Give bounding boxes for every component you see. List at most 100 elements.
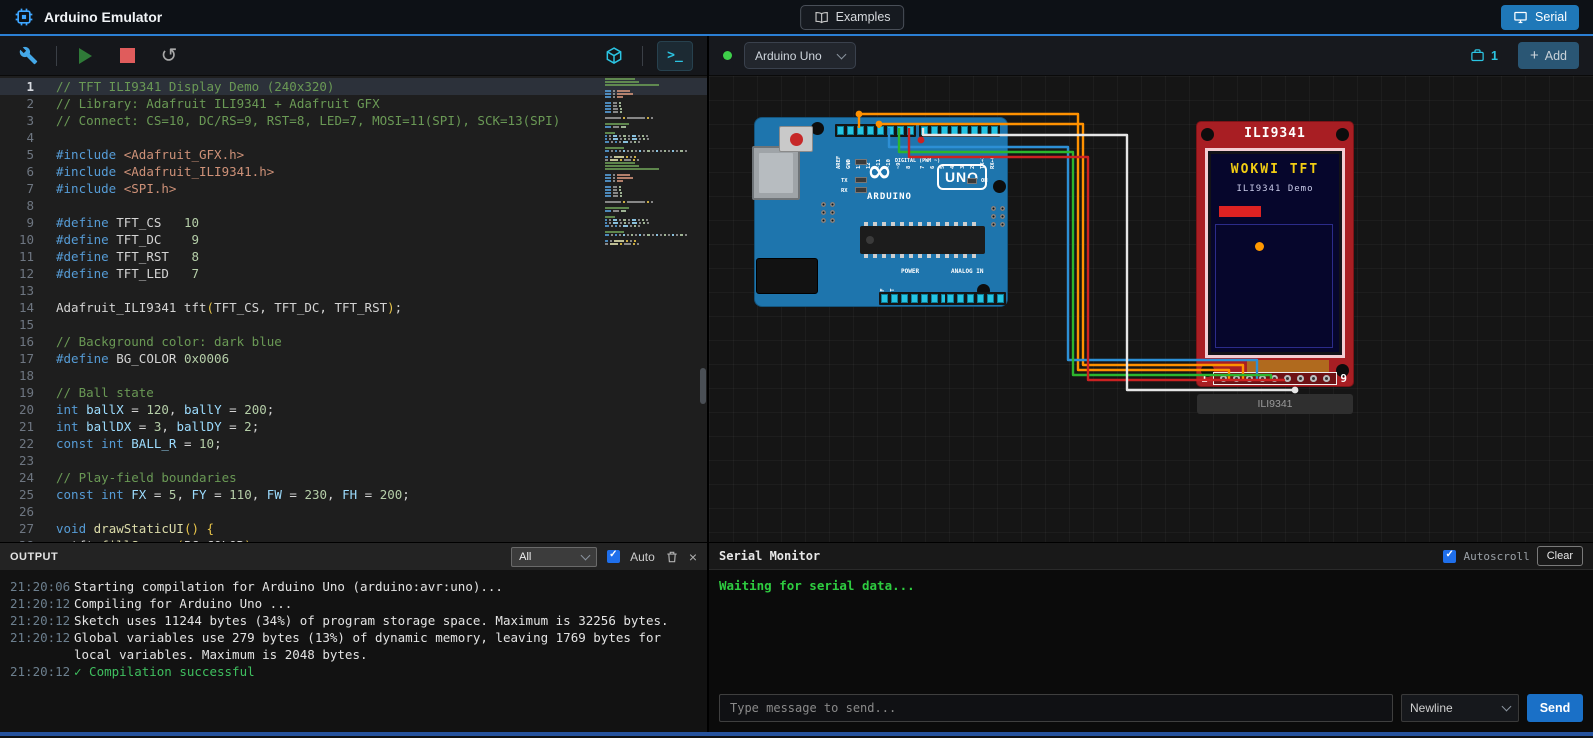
pin[interactable]: [921, 294, 928, 303]
digital-header-1[interactable]: [835, 124, 916, 137]
pin[interactable]: [931, 126, 938, 135]
pin[interactable]: [957, 294, 964, 303]
wire-endpoint[interactable]: [856, 111, 863, 118]
autoscroll-checkbox[interactable]: [1443, 550, 1456, 563]
pin-label: RX←0: [990, 139, 996, 169]
pin[interactable]: [867, 126, 874, 135]
send-button[interactable]: Send: [1527, 694, 1583, 722]
reset-button[interactable]: [779, 126, 813, 152]
code-line[interactable]: 21int ballDX = 3, ballDY = 2;: [0, 418, 707, 435]
arduino-uno-board[interactable]: AREFGND1312~11~10~98 765432TX→1RX←0 DIGI…: [755, 118, 1007, 306]
serial-button[interactable]: Serial: [1501, 5, 1579, 30]
stop-button[interactable]: [113, 42, 141, 70]
code-line[interactable]: 23: [0, 452, 707, 469]
code-line[interactable]: 14Adafruit_ILI9341 tft(TFT_CS, TFT_DC, T…: [0, 299, 707, 316]
pin[interactable]: [997, 294, 1004, 303]
analog-header[interactable]: [945, 292, 1006, 305]
pin[interactable]: [921, 126, 928, 135]
line-ending-select[interactable]: Newline: [1401, 694, 1519, 722]
code-line[interactable]: 8: [0, 197, 707, 214]
code-line[interactable]: 15: [0, 316, 707, 333]
code-line[interactable]: 16// Background color: dark blue: [0, 333, 707, 350]
pin[interactable]: [991, 126, 998, 135]
output-filter-select[interactable]: All: [511, 547, 597, 567]
serial-message-input[interactable]: [719, 694, 1393, 722]
pin[interactable]: [911, 294, 918, 303]
code-line[interactable]: 26: [0, 503, 707, 520]
pin[interactable]: [967, 294, 974, 303]
screen-red-bar: [1219, 206, 1261, 217]
pin[interactable]: [941, 126, 948, 135]
board-select[interactable]: Arduino Uno: [744, 42, 856, 69]
pin[interactable]: [931, 294, 938, 303]
clear-serial-button[interactable]: Clear: [1537, 546, 1583, 566]
power-header[interactable]: [879, 292, 950, 305]
code-line[interactable]: 1// TFT ILI9341 Display Demo (240x320): [0, 78, 707, 95]
code-line[interactable]: 2// Library: Adafruit ILI9341 + Adafruit…: [0, 95, 707, 112]
pin[interactable]: [961, 126, 968, 135]
code-line[interactable]: 10#define TFT_DC 9: [0, 231, 707, 248]
terminal-toggle-button[interactable]: >_: [657, 41, 693, 71]
code-line[interactable]: 28 tft.fillScreen(BG_COLOR);: [0, 537, 707, 542]
wire-endpoint[interactable]: [1292, 387, 1299, 394]
editor-toolbar: ↺ >_: [0, 36, 707, 76]
code-line[interactable]: 6#include <Adafruit_ILI9341.h>: [0, 163, 707, 180]
pin[interactable]: [837, 126, 844, 135]
tft-pin-first-label: 1: [1201, 372, 1208, 385]
examples-button[interactable]: Examples: [800, 5, 905, 30]
pin[interactable]: [897, 126, 904, 135]
pin[interactable]: [877, 126, 884, 135]
scrollbar-thumb[interactable]: [700, 368, 706, 404]
add-part-button[interactable]: + Add: [1518, 42, 1579, 69]
log-line: 21:20:12✓ Compilation successful: [10, 663, 707, 680]
code-line[interactable]: 17#define BG_COLOR 0x0006: [0, 350, 707, 367]
ili9341-display[interactable]: ILI9341 WOKWI TFT ILI9341 Demo: [1197, 122, 1353, 386]
pin[interactable]: [857, 126, 864, 135]
auto-checkbox[interactable]: [607, 550, 620, 563]
code-line[interactable]: 22const int BALL_R = 10;: [0, 435, 707, 452]
board-select-value: Arduino Uno: [755, 49, 822, 63]
close-output-button[interactable]: ×: [689, 549, 697, 565]
pin-label: 6: [930, 139, 936, 169]
code-line[interactable]: 7#include <SPI.h>: [0, 180, 707, 197]
editor-scrollbar[interactable]: [699, 76, 707, 542]
3d-view-button[interactable]: [600, 42, 628, 70]
pin[interactable]: [987, 294, 994, 303]
pin[interactable]: [887, 126, 894, 135]
build-wrench-button[interactable]: [14, 42, 42, 70]
minimap[interactable]: [605, 78, 697, 248]
pin[interactable]: [907, 126, 914, 135]
code-line[interactable]: 13: [0, 282, 707, 299]
log-line: 21:20:12Compiling for Arduino Uno ...: [10, 595, 707, 612]
code-line[interactable]: 5#include <Adafruit_GFX.h>: [0, 146, 707, 163]
code-line[interactable]: 11#define TFT_RST 8: [0, 248, 707, 265]
digital-header-2[interactable]: [919, 124, 1000, 137]
code-line[interactable]: 3// Connect: CS=10, DC/RS=9, RST=8, LED=…: [0, 112, 707, 129]
pin[interactable]: [971, 126, 978, 135]
tft-pin-header[interactable]: [1213, 372, 1337, 385]
screen-subtitle: ILI9341 Demo: [1211, 184, 1339, 194]
code-line[interactable]: 20int ballX = 120, ballY = 200;: [0, 401, 707, 418]
code-line[interactable]: 19// Ball state: [0, 384, 707, 401]
pin[interactable]: [891, 294, 898, 303]
pin[interactable]: [947, 294, 954, 303]
pin[interactable]: [901, 294, 908, 303]
code-line[interactable]: 4: [0, 129, 707, 146]
code-line[interactable]: 12#define TFT_LED 7: [0, 265, 707, 282]
pin[interactable]: [847, 126, 854, 135]
pin[interactable]: [951, 126, 958, 135]
code-line[interactable]: 9#define TFT_CS 10: [0, 214, 707, 231]
restart-button[interactable]: ↺: [155, 42, 183, 70]
code-line[interactable]: 27void drawStaticUI() {: [0, 520, 707, 537]
chip-logo-icon: [14, 7, 34, 27]
run-button[interactable]: [71, 42, 99, 70]
pin[interactable]: [977, 294, 984, 303]
pin[interactable]: [981, 126, 988, 135]
code-editor[interactable]: 1// TFT ILI9341 Display Demo (240x320)2/…: [0, 76, 707, 542]
pin[interactable]: [881, 294, 888, 303]
code-line[interactable]: 18: [0, 367, 707, 384]
code-line[interactable]: 25const int FX = 5, FY = 110, FW = 230, …: [0, 486, 707, 503]
sim-canvas[interactable]: AREFGND1312~11~10~98 765432TX→1RX←0 DIGI…: [709, 76, 1593, 542]
clear-output-button[interactable]: [665, 550, 679, 564]
code-line[interactable]: 24// Play-field boundaries: [0, 469, 707, 486]
